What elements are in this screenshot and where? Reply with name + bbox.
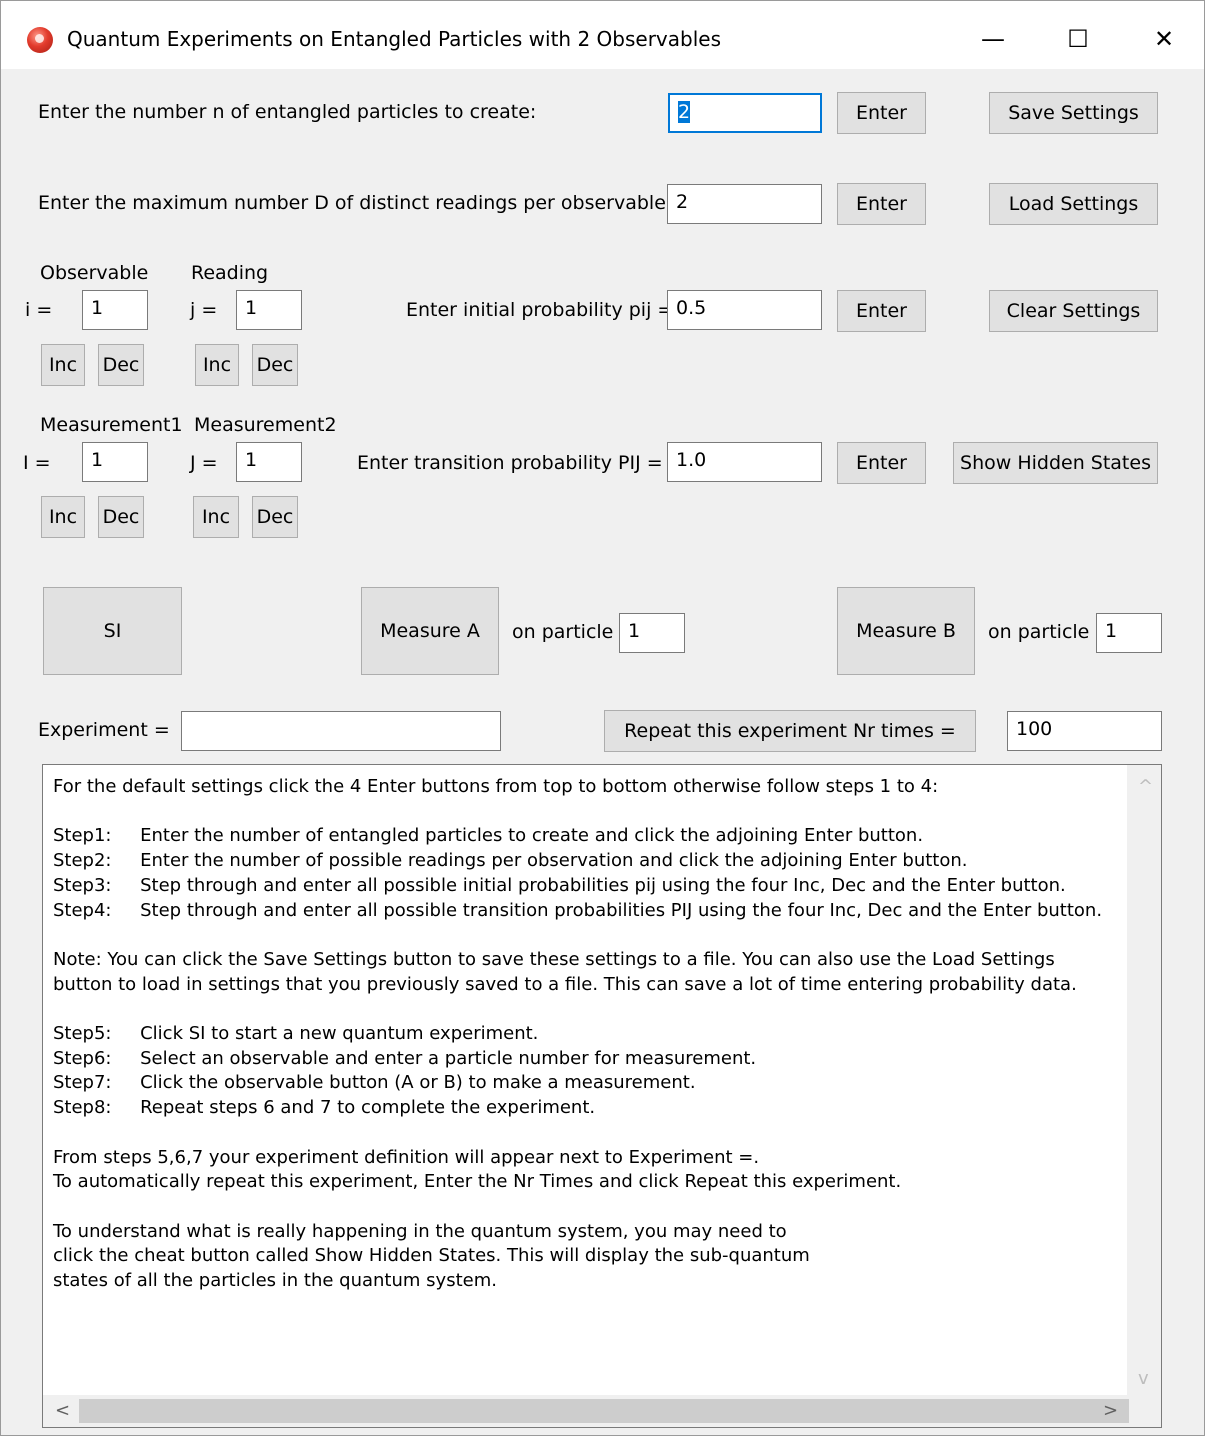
readings-enter-button[interactable]: Enter [837,183,926,225]
J-label: J = [190,452,218,474]
observable-heading: Observable [40,262,149,284]
instructions-text: For the default settings click the 4 Ent… [53,776,1103,1292]
save-settings-button[interactable]: Save Settings [989,92,1158,134]
vertical-scrollbar[interactable]: ^ v [1127,765,1161,1395]
J-inc-button[interactable]: Inc [193,496,239,538]
measurement1-heading: Measurement1 [40,414,183,436]
clear-settings-button[interactable]: Clear Settings [989,290,1158,332]
I-input[interactable]: 1 [82,442,148,482]
transition-prob-label: Enter transition probability PIJ = [357,452,663,474]
scroll-up-icon[interactable]: ^ [1138,777,1153,797]
scroll-right-icon[interactable]: > [1103,1401,1118,1421]
J-input[interactable]: 1 [236,442,302,482]
close-button[interactable]: ✕ [1144,19,1184,59]
measurement2-heading: Measurement2 [194,414,337,436]
maximize-button[interactable]: ☐ [1058,19,1098,59]
readings-input[interactable]: 2 [667,184,822,224]
repeat-experiment-button[interactable]: Repeat this experiment Nr times = [604,710,976,752]
I-label: I = [23,452,51,474]
particles-enter-button[interactable]: Enter [837,92,926,134]
j-inc-button[interactable]: Inc [195,344,239,386]
j-dec-button[interactable]: Dec [252,344,298,386]
app-logo-icon [27,27,53,53]
J-dec-button[interactable]: Dec [252,496,298,538]
horizontal-scroll-thumb[interactable] [79,1399,1129,1423]
scroll-left-icon[interactable]: < [55,1401,70,1421]
experiment-label: Experiment = [38,719,170,741]
horizontal-scrollbar[interactable]: < > [43,1395,1161,1427]
repeat-count-input[interactable]: 100 [1007,711,1162,751]
experiment-field[interactable] [181,711,501,751]
i-dec-button[interactable]: Dec [98,344,144,386]
initial-prob-label: Enter initial probability pij = [406,299,674,321]
readings-label: Enter the maximum number D of distinct r… [38,192,673,214]
i-input[interactable]: 1 [82,290,148,330]
initial-prob-enter-button[interactable]: Enter [837,290,926,332]
show-hidden-states-button[interactable]: Show Hidden States [953,442,1158,484]
si-button[interactable]: SI [43,587,182,675]
transition-prob-input[interactable]: 1.0 [667,442,822,482]
window-title: Quantum Experiments on Entangled Particl… [67,27,722,51]
initial-prob-input[interactable]: 0.5 [667,290,822,330]
particles-label: Enter the number n of entangled particle… [38,101,537,123]
I-dec-button[interactable]: Dec [98,496,144,538]
j-input[interactable]: 1 [236,290,302,330]
main-window: Quantum Experiments on Entangled Particl… [0,0,1205,1436]
i-inc-button[interactable]: Inc [41,344,85,386]
i-label: i = [25,299,53,321]
particles-input-value: 2 [678,101,691,123]
measure-a-button[interactable]: Measure A [361,587,499,675]
transition-prob-enter-button[interactable]: Enter [837,442,926,484]
particle-b-input[interactable]: 1 [1096,613,1162,653]
on-particle-a-label: on particle [512,621,614,643]
instructions-textarea[interactable]: For the default settings click the 4 Ent… [42,764,1162,1428]
particle-a-input[interactable]: 1 [619,613,685,653]
j-label: j = [190,299,218,321]
minimize-button[interactable]: — [973,19,1013,59]
title-bar: Quantum Experiments on Entangled Particl… [1,1,1204,69]
particles-input[interactable]: 2 [668,93,822,133]
I-inc-button[interactable]: Inc [41,496,85,538]
measure-b-button[interactable]: Measure B [837,587,975,675]
reading-heading: Reading [191,262,269,284]
load-settings-button[interactable]: Load Settings [989,183,1158,225]
scroll-down-icon[interactable]: v [1138,1369,1149,1389]
on-particle-b-label: on particle [988,621,1090,643]
